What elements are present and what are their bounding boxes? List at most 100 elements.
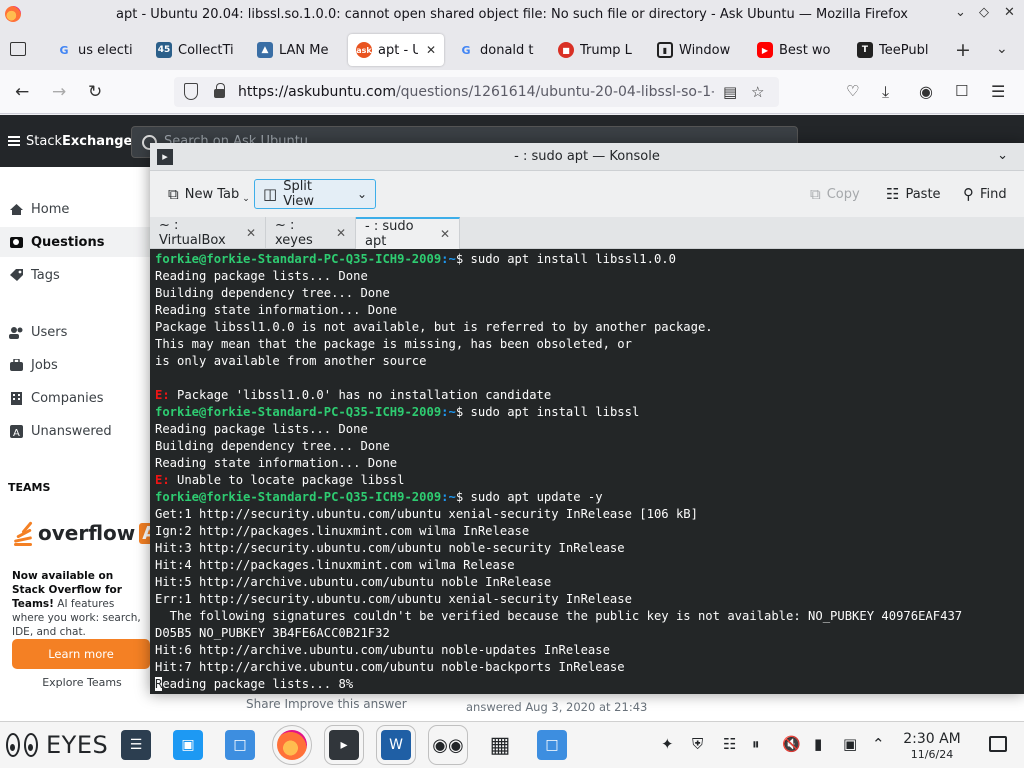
bookmark-star-icon[interactable]: ☆ [751,83,764,101]
command-text: $ sudo apt install libssl1.0.0 [455,252,676,266]
teams-promo-text: Now available on Stack Overflow for Team… [12,570,141,638]
terminal-line: Hit:3 http://security.ubuntu.com/ubuntu … [155,540,1024,557]
sidebar-item-jobs[interactable]: Jobs [0,350,160,380]
list-all-tabs-icon[interactable]: ⌄ [996,41,1008,57]
output-text: Hit:3 http://security.ubuntu.com/ubuntu … [155,541,625,555]
tracking-shield-icon[interactable] [184,83,198,100]
overflow-ai-icon [12,519,34,547]
pocket-icon[interactable]: ♡ [846,82,859,100]
output-text: Hit:6 http://archive.ubuntu.com/ubuntu n… [155,643,610,657]
minimize-icon[interactable]: ⌄ [955,5,966,20]
konsole-icon[interactable]: ▸ [324,725,364,765]
close-tab-icon[interactable]: ✕ [426,43,436,57]
error-prefix: E: [155,473,170,487]
new-tab-button[interactable]: ⧉ New Tab ⌄ [160,179,258,209]
output-text: Get:1 http://security.ubuntu.com/ubuntu … [155,507,698,521]
share-improve-links[interactable]: Share Improve this answer [246,697,407,711]
tab-us-election[interactable]: G us electi [48,34,144,66]
menu-icon[interactable]: ☰ [991,82,1005,101]
sidebar-item-companies[interactable]: Companies [0,383,160,413]
terminal-line: forkie@forkie-Standard-PC-Q35-ICH9-2009:… [155,251,1024,268]
sidebar-item-questions[interactable]: Questions [0,227,160,257]
sidebar-item-tags[interactable]: Tags [0,260,160,290]
terminal-output[interactable]: forkie@forkie-Standard-PC-Q35-ICH9-2009:… [150,249,1024,694]
url-text[interactable]: https://askubuntu.com/questions/1261614/… [238,84,714,100]
teams-heading: TEAMS [8,481,51,494]
find-button[interactable]: ⚲ Find [955,179,1015,209]
network-icon[interactable]: ▣ [843,735,857,753]
files-icon[interactable]: □ [225,730,255,760]
close-icon[interactable]: ✕ [1004,5,1015,20]
discover-icon[interactable]: ▣ [173,730,203,760]
close-tab-icon[interactable]: ✕ [246,226,256,240]
konsole-titlebar: ▸ - : sudo apt — Konsole ⌄ [150,143,1024,171]
paste-button[interactable]: ☷ Paste [878,179,949,209]
unanswered-icon: A [9,424,24,439]
new-tab-icon[interactable]: + [955,39,971,61]
show-desktop-icon[interactable] [989,736,1007,752]
extensions-icon[interactable]: ☐ [955,82,968,100]
close-tab-icon[interactable]: ✕ [336,226,346,240]
terminal-line: Reading package lists... Done [155,268,1024,285]
folder-icon[interactable]: □ [537,730,567,760]
battery-icon[interactable]: ▮ [814,735,822,753]
tab-xeyes[interactable]: ~ : xeyes ✕ [266,217,356,249]
explore-teams-link[interactable]: Explore Teams [0,676,164,689]
forward-icon[interactable]: → [52,82,66,102]
back-icon[interactable]: ← [15,82,29,102]
volume-muted-icon[interactable]: 🔇 [782,735,801,753]
close-tab-icon[interactable]: ✕ [440,227,450,241]
sidebar-item-users[interactable]: Users [0,317,160,347]
reader-view-icon[interactable]: ▤ [723,83,737,101]
tab-windows[interactable]: ▮ Window [649,34,745,66]
terminal-line: Reading package lists... 8% [155,676,1024,693]
google-icon: G [461,43,471,57]
settings-icon[interactable]: ☰ [121,730,151,760]
xeyes-icon[interactable]: ◉◉ [428,725,468,765]
stackexchange-logo[interactable]: StackExchange [8,134,132,149]
split-view-button[interactable]: ◫ Split View ⌄ [254,179,376,209]
apps-grid-icon[interactable]: ▦ [485,730,515,760]
eye-icon [6,733,20,757]
firefox-icon[interactable] [272,725,312,765]
virtualbox-icon[interactable]: W [376,725,416,765]
kde-connect-icon[interactable]: ✦ [661,735,674,753]
clock[interactable]: 2:30 AM 11/6/24 [898,731,966,762]
prompt-user-host: forkie@forkie-Standard-PC-Q35-ICH9-2009 [155,405,442,419]
tab-best-wo[interactable]: ▶ Best wo [749,34,845,66]
tab-manager-icon[interactable] [10,42,26,56]
minimize-icon[interactable]: ⌄ [997,148,1008,163]
tab-teepublic[interactable]: T TeePubl [849,34,945,66]
tab-collecttivity[interactable]: 45 CollectTi [148,34,244,66]
tab-virtualbox[interactable]: ~ : VirtualBox ✕ [150,217,266,249]
copy-button[interactable]: ⧉ Copy [802,179,868,209]
eye-icon [24,733,38,757]
window-title: apt - Ubuntu 20.04: libssl.so.1.0.0: can… [116,7,908,22]
command-text: $ sudo apt update -y [455,490,603,504]
url-bar[interactable]: https://askubuntu.com/questions/1261614/… [174,77,779,107]
tab-askubuntu-active[interactable]: ask apt - U ✕ [348,34,444,66]
learn-more-button[interactable]: Learn more [12,639,150,669]
vpn-shield-icon[interactable]: ⛨ [692,735,703,753]
downloads-icon[interactable]: ⤓ [882,82,889,102]
lock-icon[interactable] [214,83,225,98]
sidebar-item-unanswered[interactable]: A Unanswered [0,416,160,446]
account-icon[interactable]: ◉ [919,82,933,101]
reload-icon[interactable]: ↻ [88,82,102,102]
tab-trump[interactable]: ■ Trump L [550,34,646,66]
sidebar-item-home[interactable]: Home [0,194,160,224]
answered-timestamp: answered Aug 3, 2020 at 21:43 [466,700,648,714]
output-text: Hit:5 http://archive.ubuntu.com/ubuntu n… [155,575,552,589]
tab-sudo-apt[interactable]: - : sudo apt ✕ [356,217,460,249]
terminal-line: forkie@forkie-Standard-PC-Q35-ICH9-2009:… [155,404,1024,421]
clipboard-icon[interactable]: ☷ [723,735,736,753]
output-text: Package libssl1.0.0 is not available, bu… [155,320,713,334]
expand-tray-icon[interactable]: ⌃ [872,735,885,753]
terminal-line: Err:1 http://security.ubuntu.com/ubuntu … [155,591,1024,608]
tab-donald[interactable]: G donald t [450,34,546,66]
media-icon[interactable]: ⏸ [752,735,760,753]
tab-lan-messenger[interactable]: ▲ LAN Me [249,34,343,66]
xeyes-widget: EYES [6,731,108,759]
maximize-icon[interactable]: ◇ [979,5,989,20]
konsole-tab-bar: ~ : VirtualBox ✕ ~ : xeyes ✕ - : sudo ap… [150,217,1024,249]
